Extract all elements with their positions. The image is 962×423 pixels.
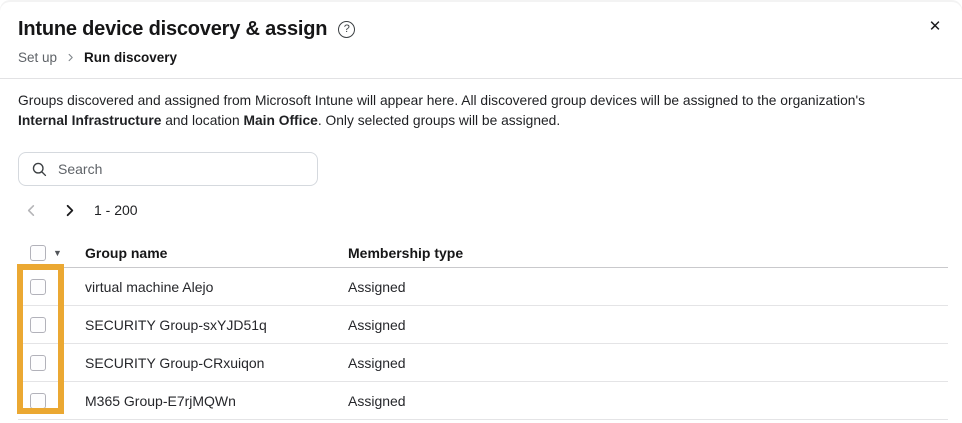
row-checkbox[interactable] <box>30 278 46 295</box>
table-row[interactable]: M365 Group-E7rjMQWn Assigned <box>18 382 948 420</box>
next-page-icon[interactable] <box>58 199 80 221</box>
chevron-right-icon <box>65 52 76 63</box>
chevron-down-icon[interactable]: ▼ <box>53 245 62 261</box>
membership-type: Assigned <box>348 354 406 371</box>
search-input[interactable] <box>58 161 307 177</box>
page-title: Intune device discovery & assign <box>18 18 328 40</box>
breadcrumb-run-discovery: Run discovery <box>84 50 178 65</box>
group-name: virtual machine Alejo <box>85 278 214 295</box>
previous-page-icon[interactable] <box>20 199 42 221</box>
membership-type: Assigned <box>348 278 406 295</box>
groups-table: ▼ Group name Membership type virtual mac… <box>17 237 948 420</box>
membership-type: Assigned <box>348 392 406 409</box>
pagination: 1 - 200 <box>18 199 962 221</box>
help-icon[interactable]: ? <box>338 21 356 38</box>
search-box[interactable] <box>18 152 318 186</box>
membership-type: Assigned <box>348 316 406 333</box>
row-checkbox[interactable] <box>30 392 46 409</box>
description-line2: Internal Infrastructure and location Mai… <box>18 113 561 128</box>
group-name: SECURITY Group-CRxuiqon <box>85 354 265 371</box>
row-checkbox[interactable] <box>30 354 46 371</box>
select-all-checkbox[interactable] <box>30 245 46 261</box>
table-row[interactable]: SECURITY Group-sxYJD51q Assigned <box>18 306 948 344</box>
breadcrumb: Set up Run discovery <box>18 50 944 65</box>
column-header-group-name: Group name <box>85 245 168 261</box>
search-icon <box>31 161 48 178</box>
page-range: 1 - 200 <box>94 202 138 218</box>
dialog-header: Intune device discovery & assign ? ✕ Set… <box>0 0 962 65</box>
close-icon[interactable]: ✕ <box>924 16 946 38</box>
table-header-row: ▼ Group name Membership type <box>18 237 948 268</box>
group-name: M365 Group-E7rjMQWn <box>85 392 236 409</box>
row-checkbox[interactable] <box>30 316 46 333</box>
group-name: SECURITY Group-sxYJD51q <box>85 316 267 333</box>
table-row[interactable]: SECURITY Group-CRxuiqon Assigned <box>18 344 948 382</box>
intune-discovery-dialog: Intune device discovery & assign ? ✕ Set… <box>0 0 962 423</box>
description-line1: Groups discovered and assigned from Micr… <box>18 93 866 108</box>
table-row[interactable]: virtual machine Alejo Assigned <box>18 268 948 306</box>
column-header-membership-type: Membership type <box>348 245 464 261</box>
breadcrumb-setup[interactable]: Set up <box>18 50 57 65</box>
description-text: Groups discovered and assigned from Micr… <box>0 79 962 131</box>
